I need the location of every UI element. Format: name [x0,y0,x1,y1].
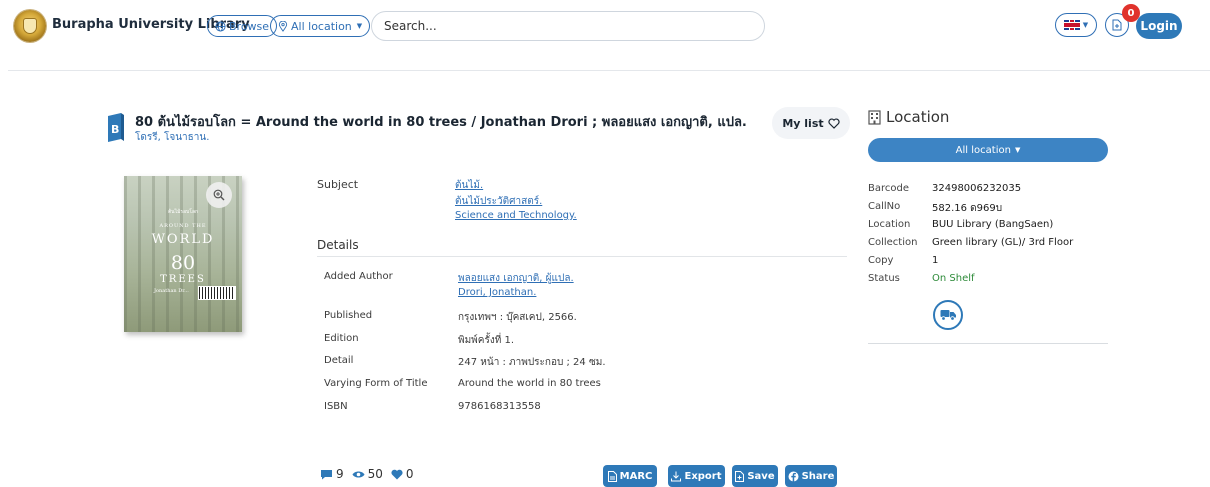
subject-link[interactable]: Science and Technology. [455,210,577,221]
building-icon [868,109,881,125]
copy-label: Copy [868,255,894,266]
added-author-link[interactable]: Drori, Jonathan. [458,287,536,298]
barcode-label: Barcode [868,183,909,194]
varying-title-label: Varying Form of Title [324,378,428,389]
marc-label: MARC [619,470,653,482]
delivery-request-button[interactable] [933,300,963,330]
collection-value: Green library (GL)/ 3rd Floor [932,237,1074,248]
record-stats: 9 50 0 [320,467,422,481]
subject-link[interactable]: ต้นไม้. [455,178,483,193]
cover-trees-text: TREES [160,274,206,285]
published-value: กรุงเทพฯ : บุ๊คสเคป, 2566. [458,312,577,323]
subject-label: Subject [317,178,359,191]
added-author-link[interactable]: พลอยแสง เอกญาติ, ผู้แปล. [458,271,574,286]
details-heading: Details [317,238,359,252]
status-badge: On Shelf [932,273,975,284]
browse-button[interactable]: Browse [207,15,278,37]
location-label: Location [868,219,911,230]
top-navbar: Burapha University Library Browse All lo… [0,0,1210,54]
location-filter-dropdown[interactable]: All location ▼ [270,15,371,37]
record-title: 80 ต้นไม้รอบโลก = Around the world in 80… [135,115,747,130]
detail-label: Detail [324,355,354,366]
edition-value: พิมพ์ครั้งที่ 1. [458,335,515,346]
document-icon [607,470,617,482]
chevron-down-icon: ▼ [356,22,363,30]
detail-value: 247 หน้า : ภาพประกอบ ; 24 ซม. [458,357,606,368]
likes-count: 0 [405,467,414,481]
location-title: Location [886,108,950,126]
location-dropdown[interactable]: All location ▼ [868,138,1108,162]
share-button[interactable]: Share [785,465,837,487]
globe-icon [215,20,226,32]
varying-title-value: Around the world in 80 trees [458,378,601,389]
isbn-value: 9786168313558 [458,401,541,412]
location-dropdown-label: All location [955,144,1011,156]
zoom-in-icon [213,189,225,201]
language-selector[interactable]: ▼ [1055,13,1097,37]
views-stat: 50 [352,467,383,481]
subject-link[interactable]: ต้นไม้ประวัติศาสตร์. [455,194,542,209]
added-author-label: Added Author [324,271,393,282]
university-logo-icon[interactable] [14,10,46,42]
svg-text:B: B [111,123,119,136]
comments-stat[interactable]: 9 [320,467,344,481]
comments-count: 9 [336,467,344,481]
likes-stat[interactable]: 0 [391,467,414,481]
marc-button[interactable]: MARC [603,465,657,487]
save-button[interactable]: Save [732,465,778,487]
zoom-button[interactable] [206,182,232,208]
share-label: Share [801,470,835,482]
browse-label: Browse [229,19,270,33]
save-label: Save [747,470,775,482]
heart-outline-icon [828,117,840,129]
location-divider [868,343,1108,344]
export-button[interactable]: Export [668,465,725,487]
record-author-link[interactable]: โดรรี, โจนาธาน. [135,130,209,145]
callno-label: CallNo [868,201,901,212]
book-type-icon: B [108,113,124,142]
barcode-value: 32498006232035 [932,183,1022,194]
views-count: 50 [367,467,383,481]
save-document-icon [735,470,745,482]
cover-world-text: WORLD [151,232,215,247]
location-filter-label: All location [291,19,352,33]
facebook-icon [788,471,799,481]
location-heading: Location [868,108,949,126]
collection-label: Collection [868,237,918,248]
my-list-button[interactable]: My list [772,107,850,139]
map-pin-icon [278,20,288,32]
status-label: Status [868,273,900,284]
published-label: Published [324,310,373,321]
chevron-down-icon: ▼ [1014,146,1021,154]
download-icon [671,471,682,481]
comment-icon [321,469,332,479]
document-icon [1112,19,1122,31]
edition-label: Edition [324,333,359,344]
login-button[interactable]: Login [1136,13,1182,39]
my-list-label: My list [782,116,824,130]
eye-icon [352,471,365,477]
heart-icon [391,469,403,479]
search-input[interactable] [371,11,765,41]
callno-value: 582.16 ด969บ [932,203,1003,214]
chevron-down-icon: ▼ [1082,21,1089,29]
cover-number-text: 80 [170,252,196,274]
uk-flag-icon [1063,20,1080,30]
cover-small-title: ต้นไม้รอบโลก [167,209,199,215]
header-divider [8,70,1210,71]
cover-around-text: AROUND THE [159,223,207,229]
export-label: Export [684,470,722,482]
truck-icon [940,310,956,321]
location-value: BUU Library (BangSaen) [932,219,1054,230]
cover-barcode [198,286,236,300]
details-divider [317,256,847,257]
isbn-label: ISBN [324,401,348,412]
copy-value: 1 [932,255,939,266]
